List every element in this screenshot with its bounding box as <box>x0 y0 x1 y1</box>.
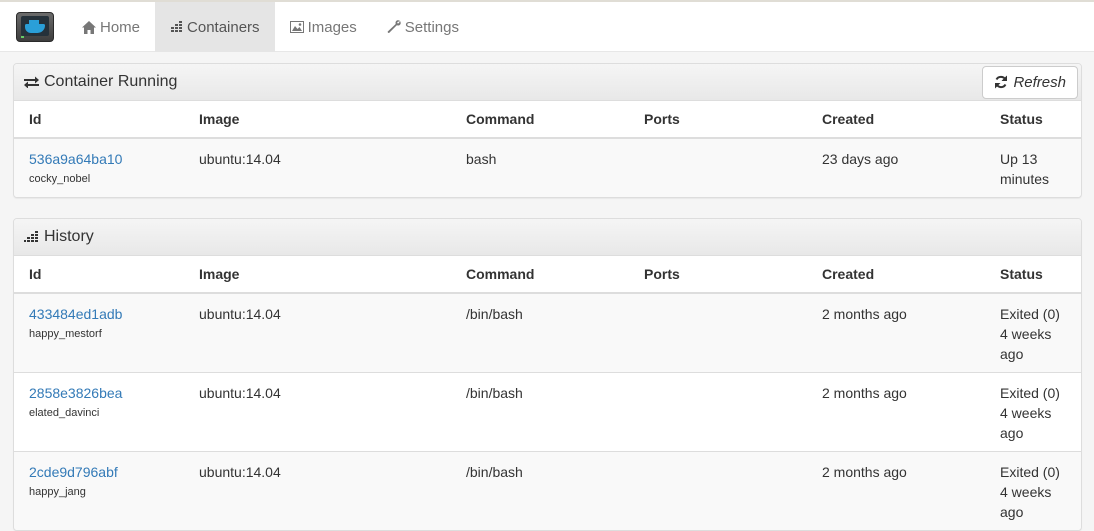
wrench-icon <box>387 20 401 34</box>
navbar: Home Containers Images Settings <box>0 2 1094 52</box>
cell-id: 2858e3826bea elated_davinci <box>14 372 184 452</box>
table-row: 2858e3826bea elated_davinci ubuntu:14.04… <box>14 372 1081 452</box>
column-header-ports: Ports <box>629 256 807 294</box>
container-id-link[interactable]: 433484ed1adb <box>29 304 169 324</box>
container-id-link[interactable]: 2858e3826bea <box>29 383 169 403</box>
panel-heading: Container Running Refresh <box>14 64 1081 101</box>
container-id-link[interactable]: 536a9a64ba10 <box>29 149 169 169</box>
tasks-icon <box>24 231 39 243</box>
column-header-ports: Ports <box>629 101 807 139</box>
table-row: 433484ed1adb happy_mestorf ubuntu:14.04 … <box>14 293 1081 373</box>
nav-item-images[interactable]: Images <box>275 2 372 52</box>
history-panel: History Id Image Command Ports Created S… <box>13 218 1082 531</box>
table-row: 2cde9d796abf happy_jang ubuntu:14.04 /bi… <box>14 451 1081 530</box>
column-header-created: Created <box>807 101 985 139</box>
panel-title-text: Container Running <box>44 73 178 90</box>
column-header-command: Command <box>451 256 629 294</box>
column-header-status: Status <box>985 101 1081 139</box>
picture-icon <box>289 21 304 33</box>
container-name: cocky_nobel <box>29 173 91 185</box>
table-header-row: Id Image Command Ports Created Status <box>14 101 1081 139</box>
cell-status: Exited (0) 4 weeks ago <box>985 451 1081 530</box>
history-table: Id Image Command Ports Created Status 43… <box>14 256 1081 530</box>
cell-id: 536a9a64ba10 cocky_nobel <box>14 138 184 197</box>
column-header-image: Image <box>184 101 451 139</box>
transfer-icon <box>24 76 39 88</box>
cell-image: ubuntu:14.04 <box>199 151 281 167</box>
brand-link[interactable] <box>0 2 67 51</box>
refresh-button[interactable]: Refresh <box>982 65 1078 99</box>
cell-id: 433484ed1adb happy_mestorf <box>14 293 184 373</box>
column-header-created: Created <box>807 256 985 294</box>
container-name: elated_davinci <box>29 407 100 419</box>
cell-id: 2cde9d796abf happy_jang <box>14 451 184 530</box>
panel-heading: History <box>14 219 1081 256</box>
panel-title-text: History <box>44 228 94 245</box>
cell-command: /bin/bash <box>451 372 629 452</box>
nav-item-label: Home <box>100 18 141 36</box>
cell-image: ubuntu:14.04 <box>184 372 451 452</box>
cell-status: Exited (0) 4 weeks ago <box>1000 306 1060 362</box>
column-header-image: Image <box>184 256 451 294</box>
running-containers-panel: Container Running Refresh Id Image Comma… <box>13 63 1082 198</box>
cell-created: 2 months ago <box>807 372 985 452</box>
nav-item-containers[interactable]: Containers <box>155 2 275 52</box>
cell-created: 23 days ago <box>822 151 899 167</box>
nav-item-label: Settings <box>404 18 459 36</box>
column-header-status: Status <box>985 256 1081 294</box>
panel-title: Container Running <box>24 73 177 91</box>
column-header-id: Id <box>14 101 184 139</box>
nav-item-label: Containers <box>187 18 260 36</box>
main-content: Container Running Refresh Id Image Comma… <box>0 52 1094 531</box>
cell-ports <box>629 293 807 373</box>
container-name: happy_mestorf <box>29 328 102 340</box>
cell-ports <box>629 451 807 530</box>
cell-ports <box>629 372 807 452</box>
cell-command: /bin/bash <box>466 306 523 322</box>
cell-created: 2 months ago <box>807 451 985 530</box>
cell-command: bash <box>466 151 497 167</box>
nav-item-label: Images <box>307 18 357 36</box>
nav-item-settings[interactable]: Settings <box>372 2 474 52</box>
container-id-link[interactable]: 2cde9d796abf <box>29 462 169 482</box>
cell-command: /bin/bash <box>451 451 629 530</box>
main-nav: Home Containers Images Settings <box>67 2 474 52</box>
refresh-label: Refresh <box>1013 73 1066 91</box>
running-containers-table: Id Image Command Ports Created Status 53… <box>14 101 1081 197</box>
tasks-icon <box>170 21 183 33</box>
nav-item-home[interactable]: Home <box>67 2 155 52</box>
panel-title: History <box>24 228 94 246</box>
cell-ports <box>629 138 807 197</box>
cell-status: Exited (0) 4 weeks ago <box>985 372 1081 452</box>
column-header-command: Command <box>451 101 629 139</box>
cell-created: 2 months ago <box>822 306 907 322</box>
refresh-icon <box>994 75 1008 89</box>
column-header-id: Id <box>14 256 184 294</box>
table-header-row: Id Image Command Ports Created Status <box>14 256 1081 294</box>
cell-status: Up 13 minutes <box>1000 151 1050 187</box>
table-row: 536a9a64ba10 cocky_nobel ubuntu:14.04 ba… <box>14 138 1081 197</box>
cell-image: ubuntu:14.04 <box>199 306 281 322</box>
container-name: happy_jang <box>29 486 86 498</box>
home-icon <box>82 20 96 34</box>
docker-ui-logo <box>15 11 54 42</box>
cell-image: ubuntu:14.04 <box>184 451 451 530</box>
